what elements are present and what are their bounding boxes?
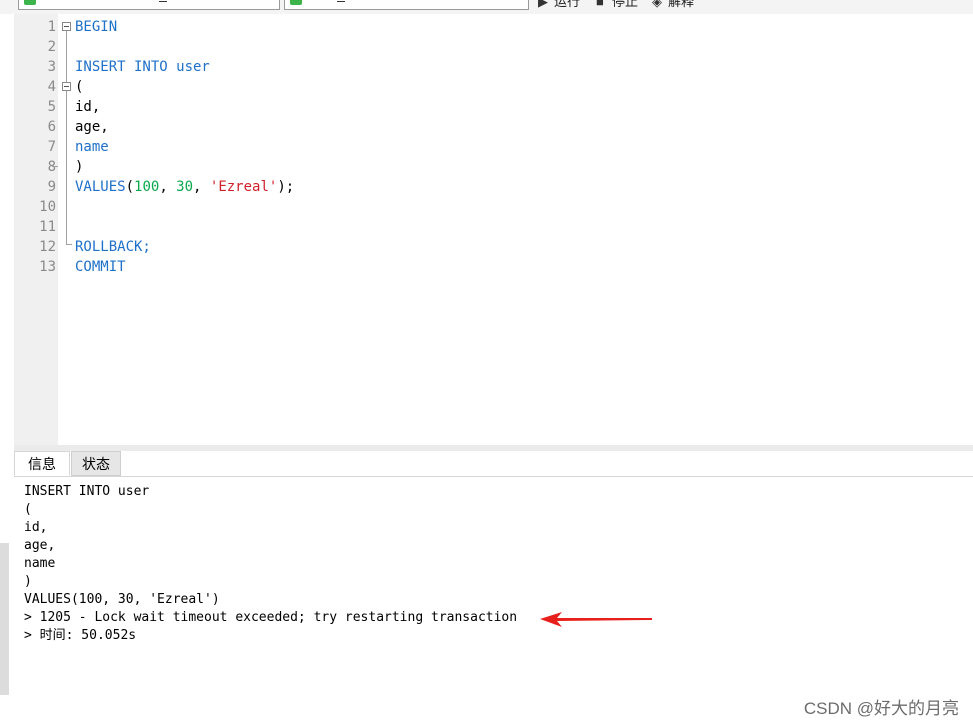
fold-toggle-icon[interactable] bbox=[62, 82, 71, 91]
result-tabs: 信息 状态 bbox=[14, 451, 973, 477]
scrollbar-thumb[interactable] bbox=[0, 543, 9, 695]
fold-toggle-icon[interactable] bbox=[62, 22, 71, 31]
code-line: 7 name bbox=[47, 139, 109, 155]
code-line: 13 COMMIT bbox=[39, 259, 126, 275]
database-icon bbox=[290, 0, 302, 5]
message-panel: INSERT INTO user ( id, age, name ) VALUE… bbox=[14, 477, 973, 727]
red-arrow-icon bbox=[540, 612, 652, 627]
run-button[interactable]: ▶ 运行 bbox=[538, 0, 580, 10]
code-line: 4 ( bbox=[47, 79, 84, 95]
message-line: age, bbox=[24, 538, 56, 553]
error-message: > 1205 - Lock wait timeout exceeded; try… bbox=[24, 610, 518, 625]
message-line: INSERT INTO user bbox=[24, 484, 150, 499]
toolbar: ▶ 运行 ■ 停止 ◈ 解释 bbox=[0, 0, 973, 14]
code-line: 3 INSERT INTO user bbox=[47, 59, 210, 75]
message-line: id, bbox=[24, 520, 48, 535]
code-line: 10 bbox=[39, 199, 56, 215]
code-line: 1 BEGIN bbox=[47, 19, 118, 35]
message-line: ) bbox=[24, 574, 32, 589]
code-line: 6 age, bbox=[47, 119, 109, 135]
message-line: VALUES(100, 30, 'Ezreal') bbox=[24, 592, 220, 607]
code-line: 2 bbox=[47, 39, 56, 55]
elapsed-time: > 时间: 50.052s bbox=[24, 628, 137, 643]
stop-button[interactable]: ■ 停止 bbox=[596, 0, 638, 10]
values-statement: VALUES(100, 30, 'Ezreal'); bbox=[75, 179, 295, 195]
code-line: 9 VALUES(100, 30, 'Ezreal'); bbox=[47, 179, 295, 195]
message-line: ( bbox=[24, 502, 32, 517]
database-select[interactable] bbox=[284, 0, 529, 10]
connection-icon bbox=[24, 0, 36, 5]
connection-select[interactable] bbox=[18, 0, 280, 10]
watermark: CSDN @好大的月亮 bbox=[803, 699, 959, 718]
tab-status[interactable]: 状态 bbox=[71, 451, 121, 476]
play-icon: ▶ bbox=[538, 0, 548, 9]
code-line: 11 bbox=[39, 219, 56, 235]
explain-button[interactable]: ◈ 解释 bbox=[652, 0, 694, 10]
stop-icon: ■ bbox=[596, 0, 604, 9]
code-line: 8 ) bbox=[47, 159, 84, 175]
sql-editor[interactable]: 1 BEGIN 2 3 INSERT INTO user 4 ( 5 id, 6… bbox=[14, 14, 973, 445]
message-line: name bbox=[24, 556, 56, 571]
explain-icon: ◈ bbox=[652, 0, 662, 9]
code-line: 12 ROLLBACK; bbox=[39, 239, 151, 255]
tab-info[interactable]: 信息 bbox=[14, 451, 70, 476]
code-line: 5 id, bbox=[47, 99, 101, 115]
